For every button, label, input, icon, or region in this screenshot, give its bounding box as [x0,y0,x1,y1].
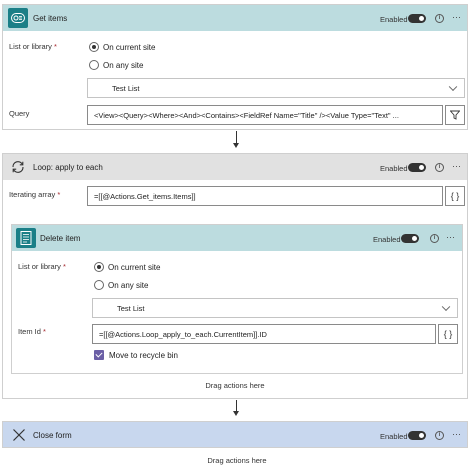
get-items-title: Get items [33,14,68,23]
get-items-card: Get items Enabled i ··· List or library … [2,4,468,130]
list-select-value: Test List [117,303,145,313]
delete-item-card: Delete item Enabled i ··· List or librar… [11,224,463,374]
delete-item-header[interactable]: Delete item Enabled i ··· [12,225,462,251]
radio-on-any-site-label[interactable]: On any site [108,281,148,290]
iterating-array-value: =[[@Actions.Get_items.Items]] [94,191,196,201]
get-items-enabled-toggle[interactable] [408,14,426,23]
connector-line [236,131,237,143]
connector-arrow-icon [233,143,239,148]
loop-card: Loop: apply to each Enabled i ··· Iterat… [2,153,468,399]
recycle-bin-label[interactable]: Move to recycle bin [109,351,178,360]
loop-header[interactable]: Loop: apply to each Enabled i ··· [3,154,467,180]
iterating-array-label: Iterating array * [9,190,60,199]
delete-item-enabled-toggle[interactable] [401,234,419,243]
loop-icon [8,157,28,177]
dynamic-content-button[interactable]: { } [445,186,465,206]
info-icon[interactable]: i [435,14,444,23]
loop-enabled-toggle[interactable] [408,163,426,172]
recycle-bin-checkbox[interactable] [94,350,104,360]
item-id-value: =[[@Actions.Loop_apply_to_each.CurrentIt… [99,329,267,339]
list-or-library-text: List or library [18,262,61,271]
connector-line [236,400,237,411]
radio-on-any-site[interactable] [89,60,99,70]
chevron-down-icon [441,302,451,312]
more-options-icon[interactable]: ··· [452,13,461,22]
delete-item-icon [16,228,36,248]
close-form-icon [9,425,28,444]
more-options-icon[interactable]: ··· [446,233,455,242]
more-options-icon[interactable]: ··· [452,430,461,439]
radio-on-current-site[interactable] [89,42,99,52]
info-icon[interactable]: i [430,234,439,243]
info-icon[interactable]: i [435,163,444,172]
list-select[interactable]: Test List [92,298,458,318]
list-select-value: Test List [112,83,140,93]
close-form-enabled-label: Enabled [380,432,408,441]
radio-on-current-site-label[interactable]: On current site [103,43,155,52]
list-select[interactable]: Test List [87,78,465,98]
loop-enabled-label: Enabled [380,164,408,173]
radio-on-any-site[interactable] [94,280,104,290]
loop-title: Loop: apply to each [33,163,103,172]
query-input[interactable]: <View><Query><Where><And><Contains><Fiel… [87,105,443,125]
iterating-array-text: Iterating array [9,190,56,199]
required-mark: * [54,42,57,51]
close-form-title: Close form [33,431,72,440]
filter-icon [450,110,460,120]
radio-on-any-site-label[interactable]: On any site [103,61,143,70]
required-mark: * [43,327,46,336]
filter-button[interactable] [445,105,465,125]
radio-on-current-site-label[interactable]: On current site [108,263,160,272]
loop-drag-actions-here[interactable]: Drag actions here [3,381,467,390]
close-form-card: Close form Enabled i ··· [2,421,468,448]
item-id-label: Item Id * [18,327,46,336]
iterating-array-input[interactable]: =[[@Actions.Get_items.Items]] [87,186,443,206]
list-or-library-text: List or library [9,42,52,51]
more-options-icon[interactable]: ··· [452,162,461,171]
get-items-icon [8,8,28,28]
delete-item-enabled-label: Enabled [373,235,401,244]
required-mark: * [57,190,61,199]
delete-item-title: Delete item [40,234,81,243]
dynamic-content-button[interactable]: { } [438,324,458,344]
get-items-enabled-label: Enabled [380,15,408,24]
close-form-enabled-toggle[interactable] [408,431,426,440]
get-items-header[interactable]: Get items Enabled i ··· [3,5,467,31]
info-icon[interactable]: i [435,431,444,440]
list-or-library-label: List or library * [18,262,66,271]
close-form-header[interactable]: Close form Enabled i ··· [3,422,467,447]
connector-arrow-icon [233,411,239,416]
query-label: Query [9,109,30,118]
radio-on-current-site[interactable] [94,262,104,272]
required-mark: * [63,262,66,271]
chevron-down-icon [448,82,458,92]
query-value: <View><Query><Where><And><Contains><Fiel… [94,110,399,120]
bottom-drag-actions-here[interactable]: Drag actions here [0,456,474,465]
item-id-text: Item Id [18,327,41,336]
list-or-library-label: List or library * [9,42,57,51]
item-id-input[interactable]: =[[@Actions.Loop_apply_to_each.CurrentIt… [92,324,436,344]
